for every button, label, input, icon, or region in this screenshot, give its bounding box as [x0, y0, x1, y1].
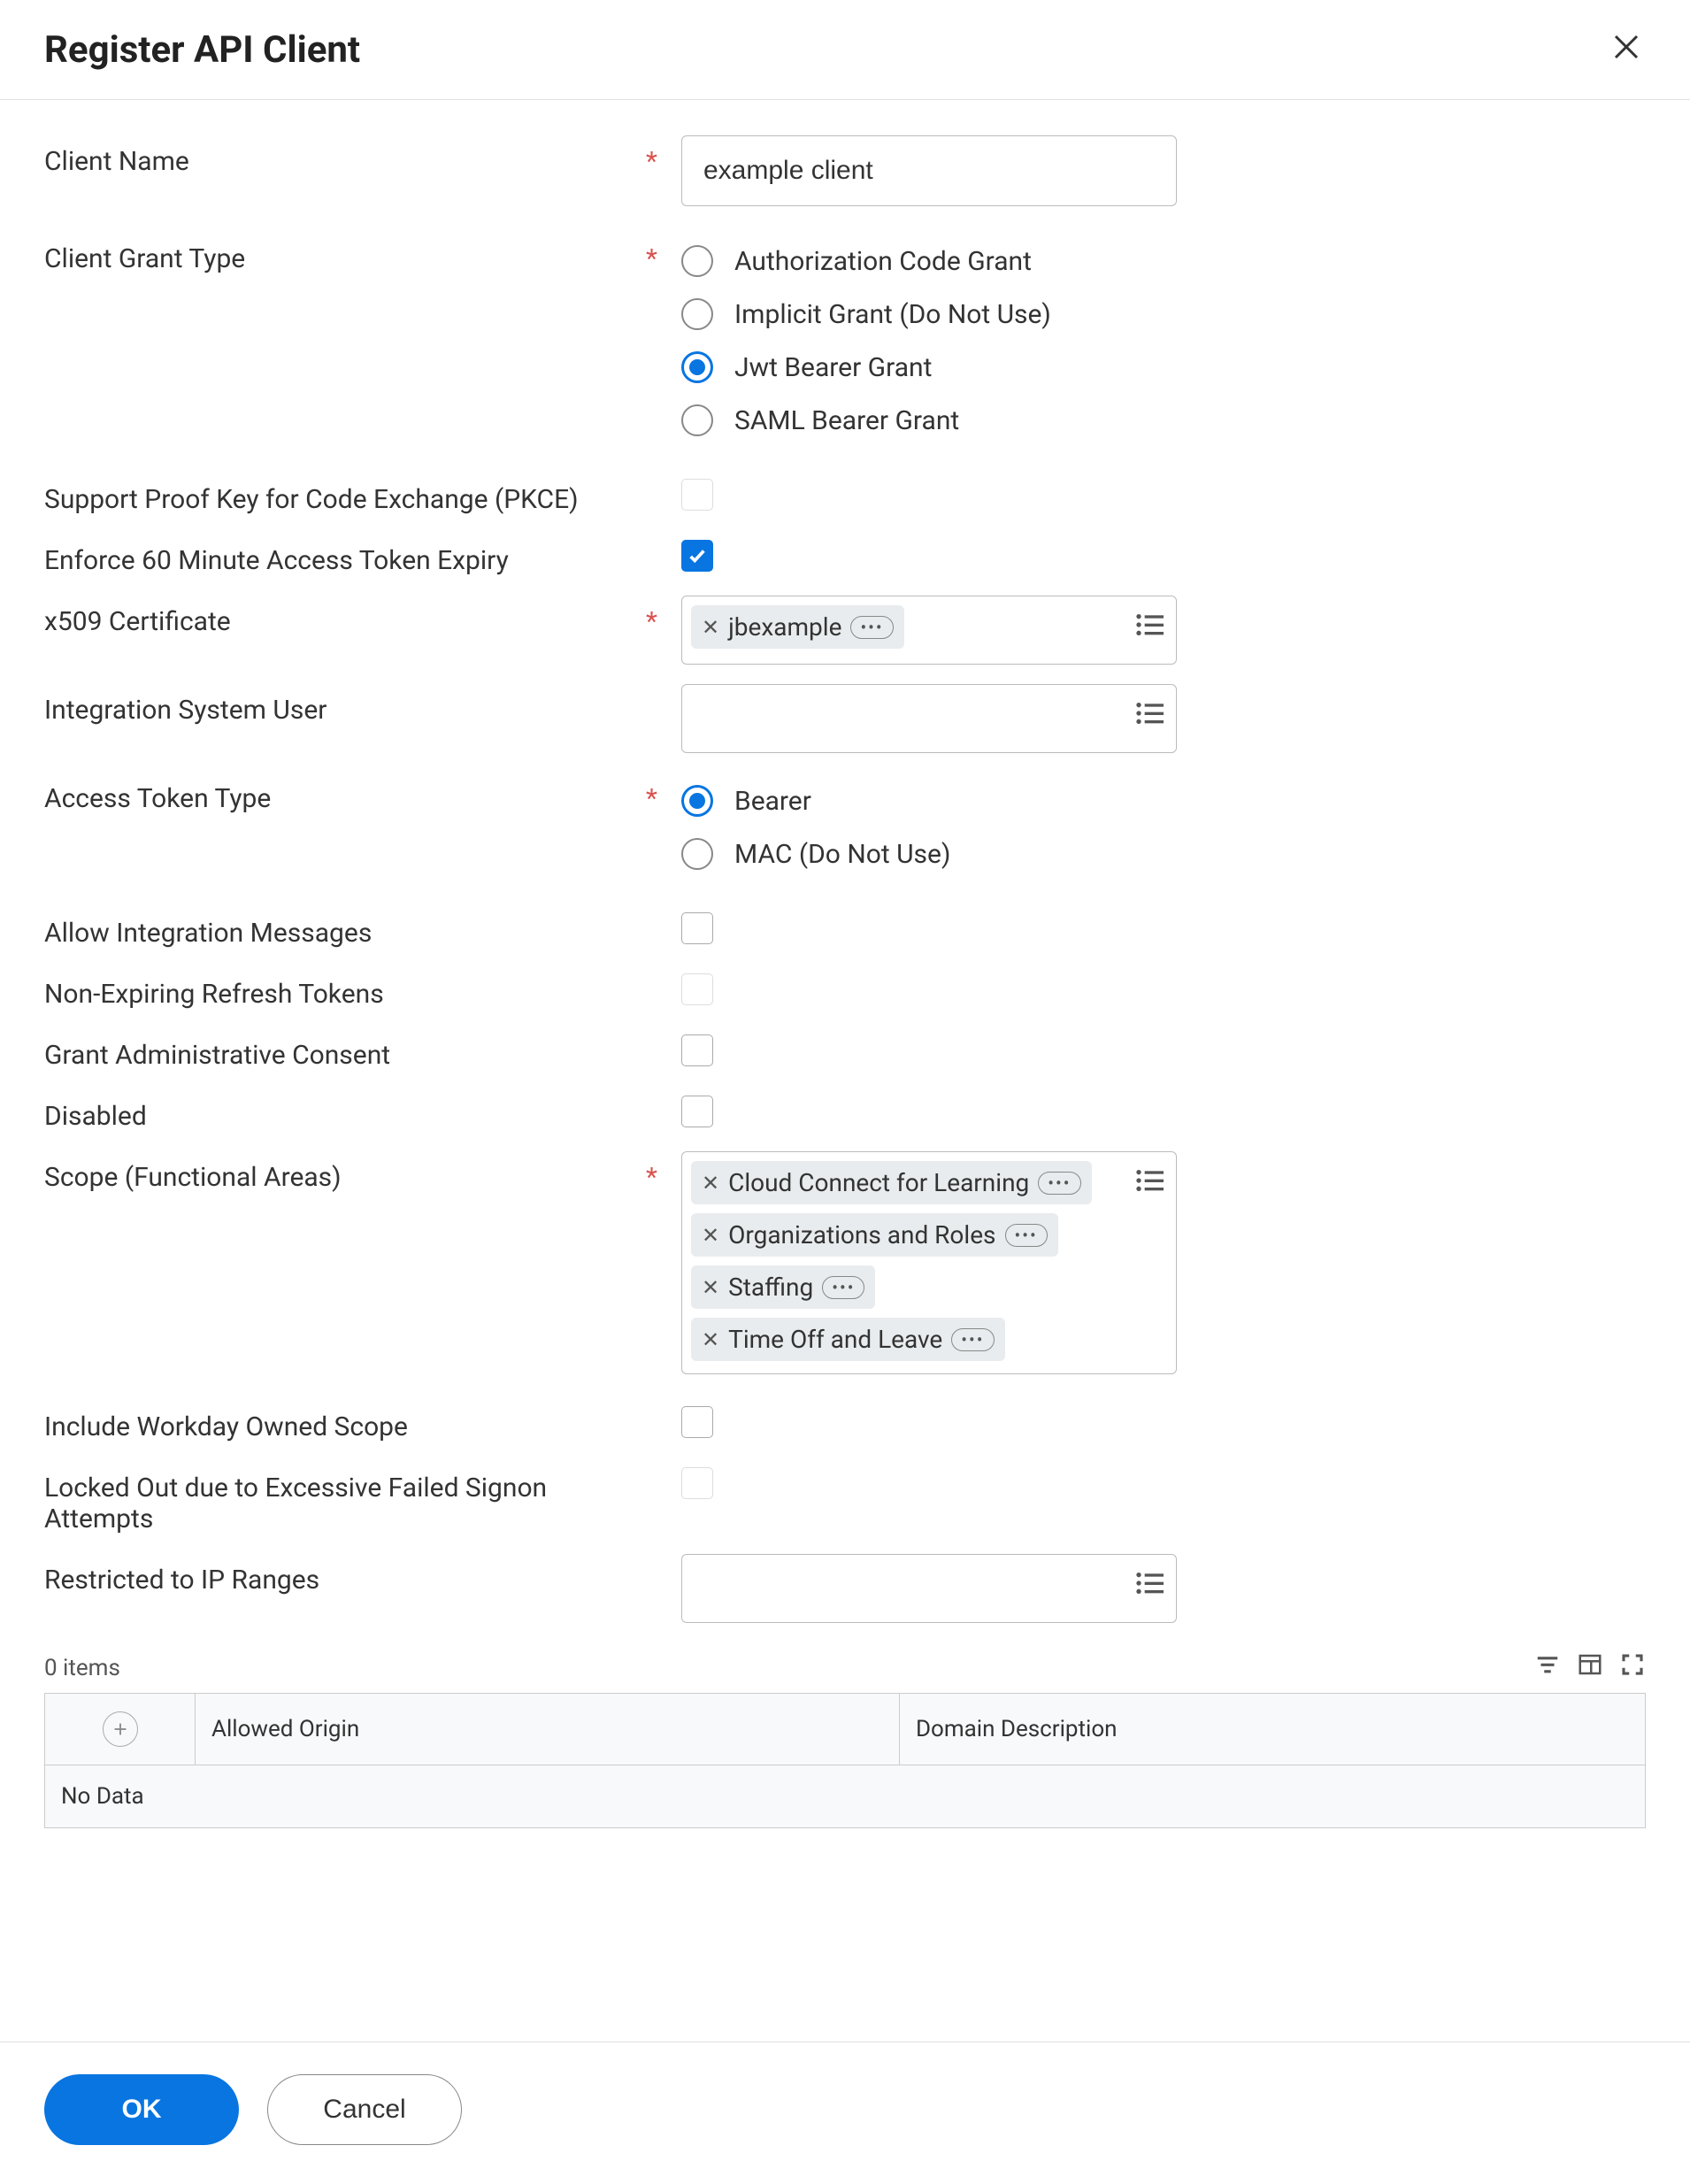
chip-x509-jbexample: ✕ jbexample ••• [691, 605, 904, 649]
checkbox-allow-integration[interactable] [681, 912, 713, 944]
radio-bearer[interactable] [681, 785, 713, 817]
label-x509: x509 Certificate [44, 596, 646, 637]
checkbox-pkce [681, 479, 713, 511]
radio-label-mac: MAC (Do Not Use) [734, 839, 950, 870]
remove-chip-icon[interactable]: ✕ [702, 1225, 719, 1246]
no-data-cell: No Data [45, 1765, 1646, 1828]
required-indicator: * [646, 1151, 681, 1193]
list-prompt-icon[interactable] [1135, 1571, 1164, 1602]
chip-label: Staffing [728, 1273, 813, 1302]
chip-label: jbexample [728, 612, 841, 642]
chip-label: Cloud Connect for Learning [728, 1168, 1029, 1197]
radio-jwt-bearer-grant[interactable] [681, 351, 713, 383]
chip-more-icon[interactable]: ••• [1038, 1172, 1080, 1195]
checkbox-enforce-60[interactable] [681, 540, 713, 572]
list-prompt-icon[interactable] [1135, 701, 1164, 732]
required-indicator: * [646, 135, 681, 177]
label-locked-out: Locked Out due to Excessive Failed Signo… [44, 1462, 646, 1534]
chip-label: Organizations and Roles [728, 1220, 995, 1250]
label-include-workday: Include Workday Owned Scope [44, 1401, 646, 1442]
label-non-expiring: Non-Expiring Refresh Tokens [44, 968, 646, 1010]
chip-scope-time-off: ✕ Time Off and Leave ••• [691, 1318, 1005, 1361]
chip-more-icon[interactable]: ••• [850, 616, 893, 639]
chip-scope-staffing: ✕ Staffing ••• [691, 1265, 875, 1309]
label-client-grant-type: Client Grant Type [44, 233, 646, 274]
label-grant-admin: Grant Administrative Consent [44, 1029, 646, 1071]
label-scope: Scope (Functional Areas) [44, 1151, 646, 1193]
label-enforce-60: Enforce 60 Minute Access Token Expiry [44, 534, 646, 576]
radio-saml-bearer-grant[interactable] [681, 404, 713, 436]
checkbox-non-expiring [681, 973, 713, 1005]
page-title: Register API Client [44, 28, 360, 72]
label-allow-integration: Allow Integration Messages [44, 907, 646, 949]
remove-chip-icon[interactable]: ✕ [702, 1173, 719, 1194]
table-no-data-row: No Data [45, 1765, 1646, 1828]
radio-auth-code-grant[interactable] [681, 245, 713, 277]
radio-label-implicit: Implicit Grant (Do Not Use) [734, 299, 1051, 330]
label-isu: Integration System User [44, 684, 646, 726]
allowed-origins-table: Allowed Origin Domain Description No Dat… [44, 1693, 1646, 1828]
table-item-count: 0 items [44, 1655, 120, 1681]
integration-system-user-input[interactable] [681, 684, 1177, 753]
remove-chip-icon[interactable]: ✕ [702, 617, 719, 638]
required-indicator: * [646, 233, 681, 274]
restricted-ip-ranges-input[interactable] [681, 1554, 1177, 1623]
close-button[interactable] [1607, 27, 1646, 73]
radio-label-auth-code: Authorization Code Grant [734, 246, 1032, 277]
columns-icon[interactable] [1577, 1651, 1603, 1684]
label-disabled: Disabled [44, 1090, 646, 1132]
client-name-input[interactable] [681, 135, 1177, 206]
fullscreen-icon[interactable] [1619, 1651, 1646, 1684]
checkbox-disabled[interactable] [681, 1096, 713, 1127]
checkbox-locked-out [681, 1467, 713, 1499]
filter-icon[interactable] [1534, 1651, 1561, 1684]
radio-label-bearer: Bearer [734, 786, 811, 817]
label-pkce: Support Proof Key for Code Exchange (PKC… [44, 473, 646, 515]
add-row-button[interactable] [103, 1711, 138, 1747]
required-indicator: * [646, 596, 681, 637]
chip-scope-orgs-roles: ✕ Organizations and Roles ••• [691, 1213, 1058, 1257]
list-prompt-icon[interactable] [1135, 1168, 1164, 1199]
column-header-allowed-origin[interactable]: Allowed Origin [196, 1694, 900, 1765]
scope-functional-areas-input[interactable]: ✕ Cloud Connect for Learning ••• ✕ Organ… [681, 1151, 1177, 1374]
required-indicator: * [646, 773, 681, 814]
x509-certificate-input[interactable]: ✕ jbexample ••• [681, 596, 1177, 665]
radio-label-jwt: Jwt Bearer Grant [734, 352, 932, 383]
remove-chip-icon[interactable]: ✕ [702, 1277, 719, 1298]
checkbox-grant-admin[interactable] [681, 1034, 713, 1066]
chip-more-icon[interactable]: ••• [822, 1276, 864, 1299]
list-prompt-icon[interactable] [1135, 612, 1164, 643]
dialog-footer: OK Cancel [0, 2042, 1690, 2184]
dialog-header: Register API Client [0, 0, 1690, 100]
label-client-name: Client Name [44, 135, 646, 177]
column-header-domain-description[interactable]: Domain Description [899, 1694, 1645, 1765]
checkbox-include-workday[interactable] [681, 1406, 713, 1438]
remove-chip-icon[interactable]: ✕ [702, 1329, 719, 1350]
radio-mac[interactable] [681, 838, 713, 870]
radio-implicit-grant[interactable] [681, 298, 713, 330]
chip-scope-cloud-connect: ✕ Cloud Connect for Learning ••• [691, 1161, 1092, 1204]
chip-more-icon[interactable]: ••• [1005, 1224, 1048, 1247]
label-restricted-ip: Restricted to IP Ranges [44, 1554, 646, 1596]
chip-label: Time Off and Leave [728, 1325, 942, 1354]
ok-button[interactable]: OK [44, 2074, 239, 2145]
radio-label-saml: SAML Bearer Grant [734, 405, 959, 436]
chip-more-icon[interactable]: ••• [951, 1328, 994, 1351]
label-access-token-type: Access Token Type [44, 773, 646, 814]
cancel-button[interactable]: Cancel [267, 2074, 462, 2145]
table-header-row: Allowed Origin Domain Description [45, 1694, 1646, 1765]
